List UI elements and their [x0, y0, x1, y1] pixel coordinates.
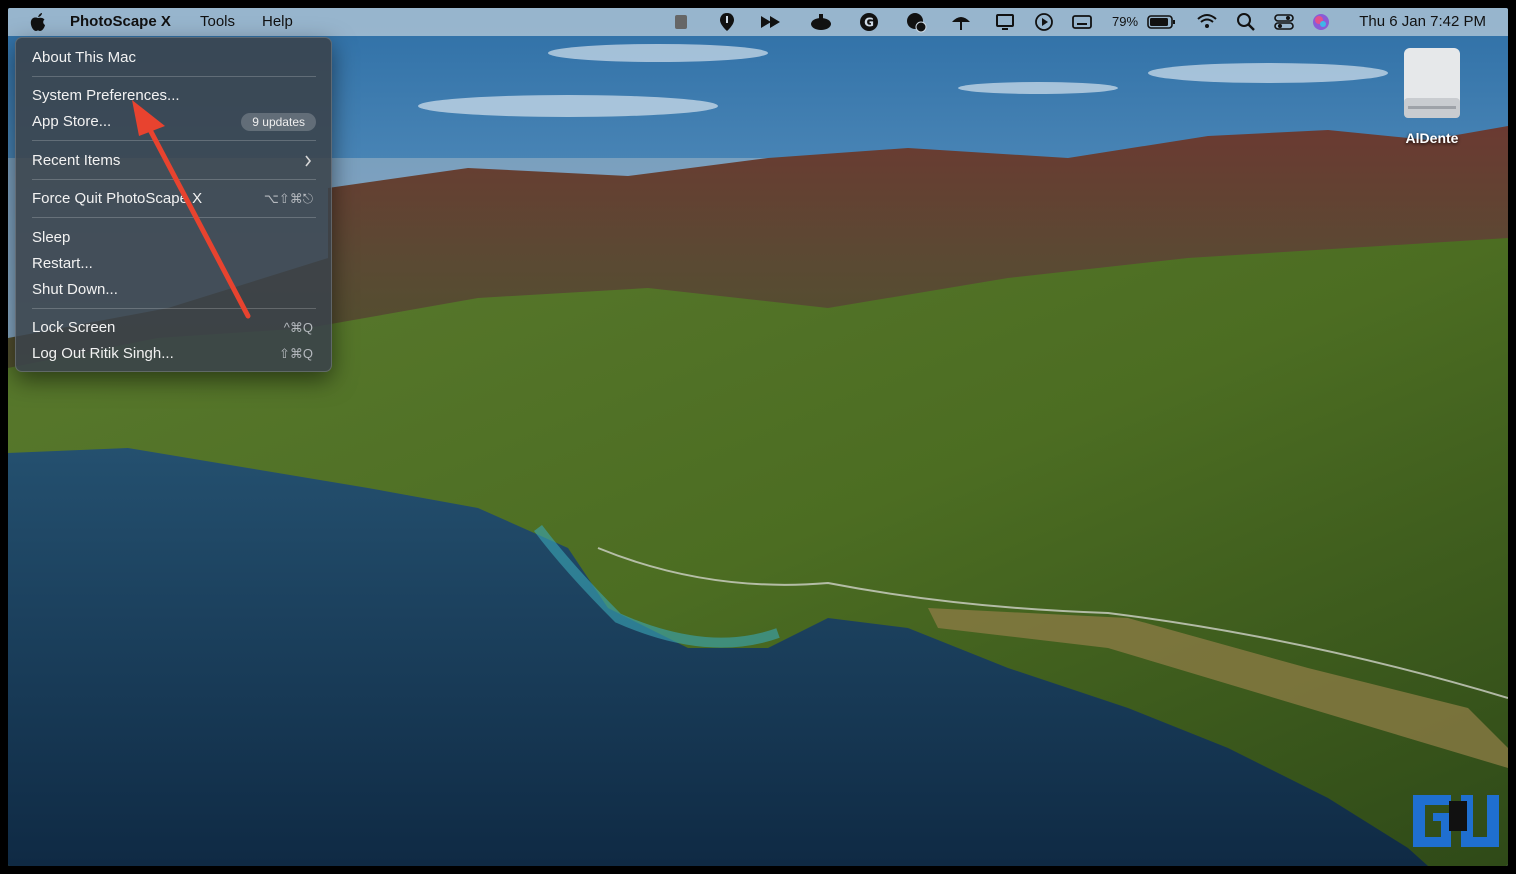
watermark-logo-icon — [1413, 795, 1499, 847]
desktop: PhotoScape X Tools Help G 79% Thu 6 Jan … — [8, 8, 1508, 866]
annotation-arrow — [132, 100, 251, 319]
